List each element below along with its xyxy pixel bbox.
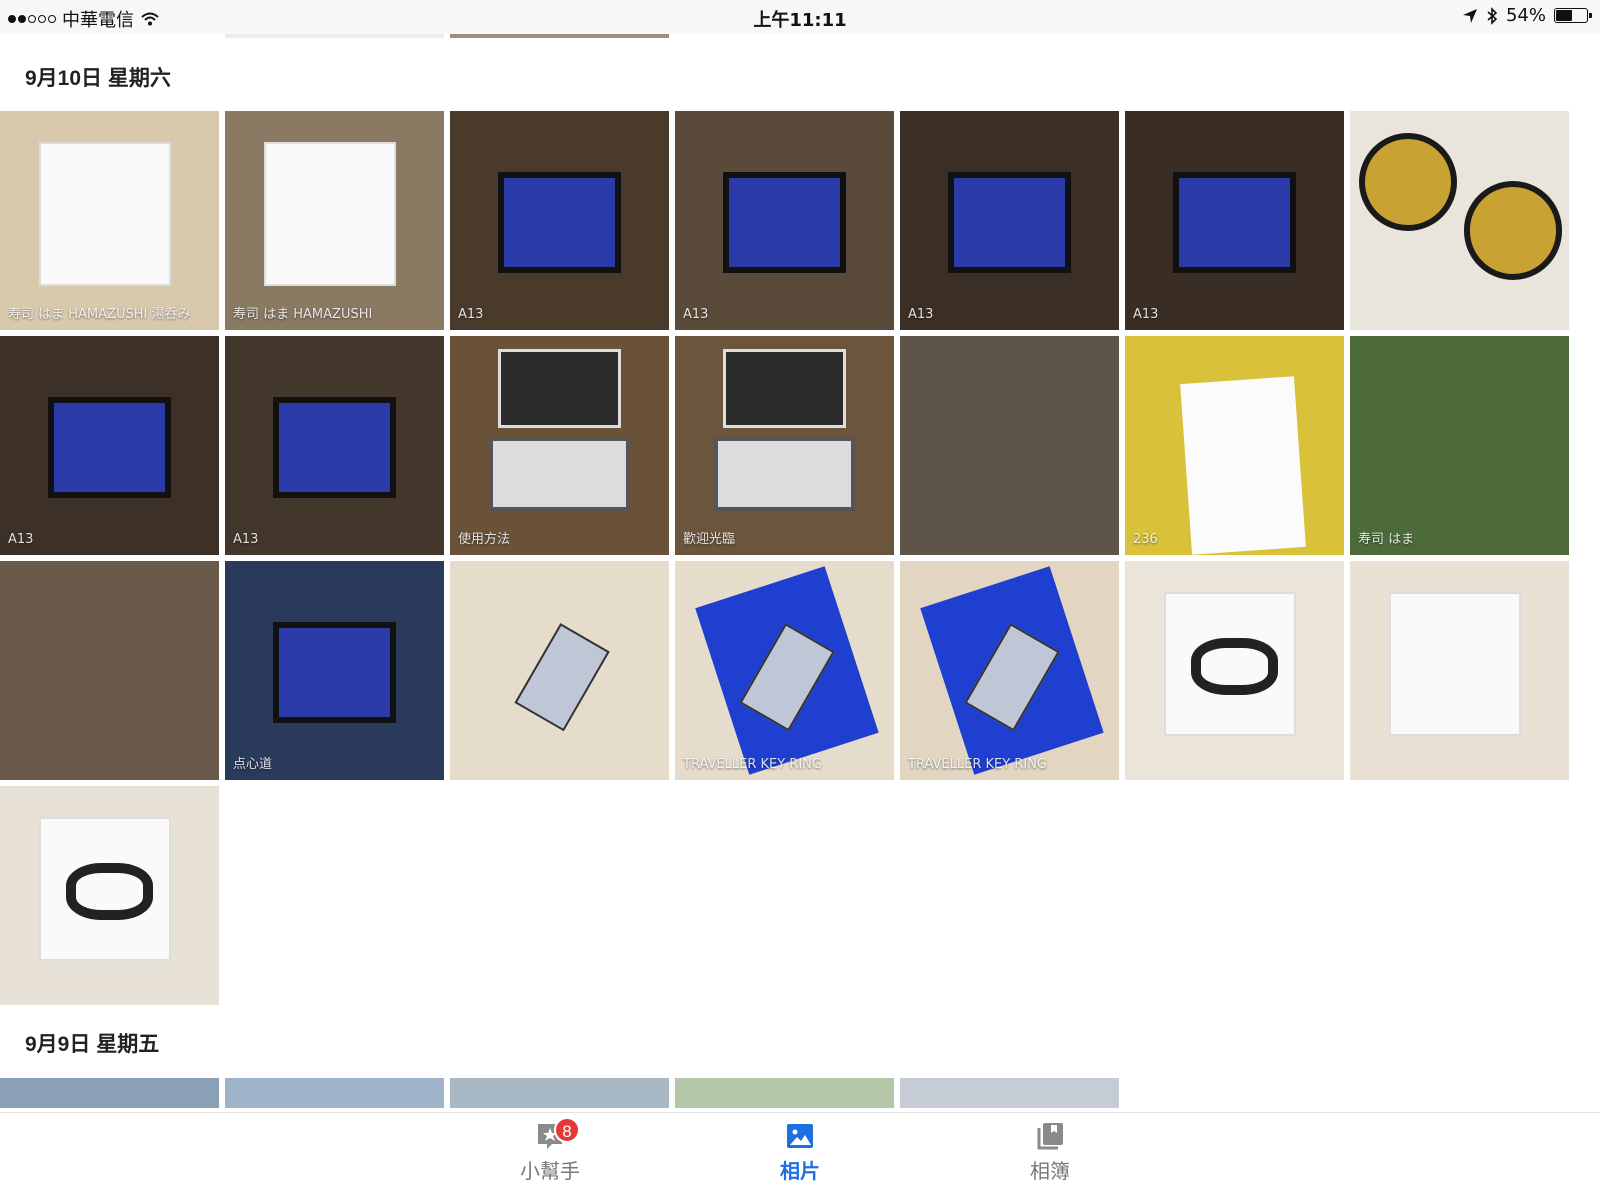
tab-assistant[interactable]: 8 小幫手: [480, 1117, 620, 1184]
photo-caption: TRAVELLER KEY RING: [683, 757, 822, 772]
battery-percent: 54%: [1505, 5, 1546, 26]
photo-keyring-card-2[interactable]: TRAVELLER KEY RING: [900, 561, 1119, 780]
photo-caption: TRAVELLER KEY RING: [908, 757, 1047, 772]
photo-mi-band-box[interactable]: [1125, 561, 1344, 780]
section-date-sep9: 9月9日 星期五: [25, 1033, 160, 1056]
photo-order-screen-a13-2[interactable]: A13: [0, 336, 219, 555]
status-bar: 中華電信 上午11:11 54%: [0, 0, 1600, 34]
photo-order-screen-a13-3[interactable]: A13: [225, 336, 444, 555]
photo-sep9-3[interactable]: [450, 1078, 669, 1108]
photo-caption: A13: [1133, 307, 1159, 322]
photo-caption: 236: [1133, 532, 1158, 547]
photo-order-screen-menu[interactable]: A13: [675, 111, 894, 330]
photo-caption: 点心道: [233, 757, 273, 772]
notification-badge: 8: [554, 1117, 580, 1143]
photo-counter-staff[interactable]: 寿司 はま: [1350, 336, 1569, 555]
location-arrow-icon: [1462, 8, 1477, 23]
photo-keyring-card[interactable]: TRAVELLER KEY RING: [675, 561, 894, 780]
photo-caption: 使用方法: [458, 532, 511, 547]
photo-sep9-1[interactable]: [0, 1078, 219, 1108]
photo-order-screen-a13[interactable]: A13: [450, 111, 669, 330]
photo-caption: 寿司 はま: [1358, 532, 1415, 547]
tab-label: 相片: [780, 1159, 820, 1183]
bottom-tab-bar: 8 小幫手 相片 相簿: [0, 1112, 1600, 1200]
photo-order-screen-dish-2[interactable]: A13: [1125, 111, 1344, 330]
status-right: 54%: [1462, 5, 1592, 26]
status-time: 上午11:11: [753, 10, 847, 31]
photo-caption: A13: [8, 532, 34, 547]
tab-label: 小幫手: [520, 1159, 580, 1183]
albums-icon: [1037, 1123, 1063, 1150]
tab-photos[interactable]: 相片: [730, 1121, 870, 1184]
photo-mi-band-box-back[interactable]: [1350, 561, 1569, 780]
section-date-sep10: 9月10日 星期六: [25, 67, 171, 90]
photo-caption: A13: [233, 532, 259, 547]
photo-keyring-silver[interactable]: [450, 561, 669, 780]
photo-restaurant-interior[interactable]: [900, 336, 1119, 555]
photo-kiosk-welcome[interactable]: 歡迎光臨: [675, 336, 894, 555]
photo-caption: A13: [908, 307, 934, 322]
photo-dining-area[interactable]: [0, 561, 219, 780]
photo-timeline[interactable]: 9月10日 星期六 寿司 はま HAMAZUSHI 湯呑み 寿司 はま HAMAZ…: [0, 34, 1600, 1112]
tab-label: 相簿: [1030, 1159, 1070, 1183]
tab-albums[interactable]: 相簿: [980, 1121, 1120, 1184]
photo-sep9-2[interactable]: [225, 1078, 444, 1108]
photo-hamazushi-box[interactable]: 寿司 はま HAMAZUSHI: [225, 111, 444, 330]
photo-caption: 寿司 はま HAMAZUSHI 湯呑み: [8, 307, 191, 322]
photo-caption: A13: [458, 307, 484, 322]
photo-receipt[interactable]: 236: [1125, 336, 1344, 555]
bluetooth-icon: [1487, 6, 1498, 25]
photo-caption: A13: [683, 307, 709, 322]
photo-sep9-5[interactable]: [900, 1078, 1119, 1108]
photos-app: 中華電信 上午11:11 54% 9月10日 星期六 寿司 はま HAMAZUS…: [0, 0, 1600, 1200]
battery-icon: [1554, 8, 1592, 23]
photo-tablet-screen[interactable]: 点心道: [225, 561, 444, 780]
photo-caption: 寿司 はま HAMAZUSHI: [233, 307, 373, 322]
photos-icon: [787, 1124, 813, 1148]
photo-caption: 歡迎光臨: [683, 532, 736, 547]
photo-order-screen-dish[interactable]: A13: [900, 111, 1119, 330]
photo-mi-band-box-2[interactable]: [0, 786, 219, 1005]
photo-kiosk-instructions[interactable]: 使用方法: [450, 336, 669, 555]
photo-hamazushi-cup-and-box[interactable]: 寿司 はま HAMAZUSHI 湯呑み: [0, 111, 219, 330]
photo-sushi-plates[interactable]: [1350, 111, 1569, 330]
photo-sep9-4[interactable]: [675, 1078, 894, 1108]
